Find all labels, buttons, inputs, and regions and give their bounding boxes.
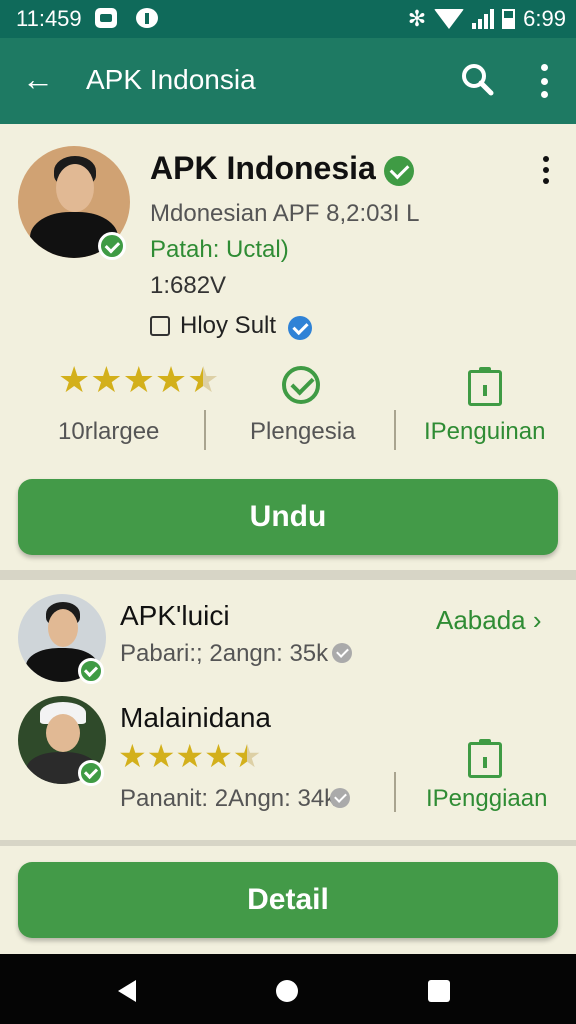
search-icon[interactable] <box>460 62 494 96</box>
app-version: 1:682V <box>150 272 227 299</box>
app-status: Patah: Uctal) <box>150 236 289 263</box>
star-half-icon: ★ <box>232 738 262 774</box>
checkbox-label: Hloy Sult <box>180 312 277 339</box>
status-time-right: 6:99 <box>523 6 566 31</box>
status-indicators: ✻ 6:99 <box>408 6 566 32</box>
list-rating-stars: ★ ★ ★ ★ ★ <box>118 740 261 772</box>
list-item-title[interactable]: APK'luici <box>120 600 230 632</box>
star-half-icon: ★ <box>187 359 220 400</box>
check-circle-icon <box>282 366 320 404</box>
star-icon: ★ <box>118 738 147 774</box>
battery-icon <box>502 9 516 29</box>
stat-verified-label: Plengesia <box>250 418 356 445</box>
status-time: 11:459 <box>16 6 82 31</box>
stat-divider <box>394 410 396 450</box>
list-item-subtitle: Pananit: 2Angn: 34k <box>120 785 337 812</box>
app-bar-title: APK Indonsia <box>86 64 256 95</box>
section-divider <box>0 570 576 580</box>
list-item-subtitle: Pabari:; 2angn: 35k <box>120 640 329 667</box>
star-icon: ★ <box>90 359 123 400</box>
list-item-title[interactable]: Malainidana <box>120 702 271 734</box>
signal-icon <box>472 9 495 29</box>
app-subtitle: Mdonesian APF 8,2:03I L <box>150 200 420 227</box>
see-all-link[interactable]: Aabada › <box>436 605 542 636</box>
star-icon: ★ <box>122 359 155 400</box>
star-icon: ★ <box>154 359 188 400</box>
list-item-tag: IPenggiaan <box>426 785 548 812</box>
nav-back-icon[interactable] <box>118 980 136 1002</box>
star-icon: ★ <box>146 738 176 774</box>
notification-icon <box>136 8 158 28</box>
stat-downloads-label: 10rlargee <box>58 418 160 445</box>
nav-recent-icon[interactable] <box>428 980 450 1002</box>
bluetooth-icon: ✻ <box>407 6 427 31</box>
message-icon <box>95 8 117 28</box>
star-icon: ★ <box>175 738 205 774</box>
stat-divider <box>204 410 206 450</box>
nav-home-icon[interactable] <box>276 980 298 1002</box>
verified-badge-icon <box>78 658 104 684</box>
verified-check-icon <box>384 156 414 186</box>
app-name: APK Indonesia <box>150 150 376 186</box>
back-arrow-icon[interactable]: ← <box>22 63 54 95</box>
stat-category-label: IPenguinan <box>424 418 546 445</box>
download-button[interactable]: Undu <box>18 479 558 555</box>
option-checkbox[interactable] <box>150 316 170 336</box>
star-icon: ★ <box>58 359 91 400</box>
star-icon: ★ <box>204 738 233 774</box>
detail-button[interactable]: Detail <box>18 862 558 938</box>
gray-check-icon <box>332 643 352 663</box>
more-options-icon[interactable] <box>536 64 552 98</box>
verified-badge-icon <box>98 232 126 260</box>
status-bar: 11:459 ✻ 6:99 <box>0 0 576 38</box>
rating-stars: ★ ★ ★ ★ ★ <box>58 362 219 398</box>
card-menu-icon[interactable] <box>540 156 552 184</box>
gray-check-icon <box>330 788 350 808</box>
wifi-icon <box>434 9 465 29</box>
blue-verified-icon <box>288 316 312 340</box>
stat-divider <box>394 772 396 812</box>
clipboard-icon <box>468 739 502 778</box>
app-bar: ← APK Indonsia <box>0 38 576 124</box>
verified-badge-icon <box>78 760 104 786</box>
clipboard-icon <box>468 367 502 406</box>
